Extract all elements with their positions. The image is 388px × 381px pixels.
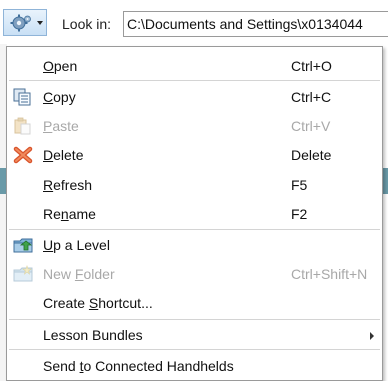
menu-item-label: Up a Level [43,237,110,253]
delete-icon [13,146,33,164]
menu-separator [9,229,380,230]
look-in-label: Look in: [62,16,112,32]
menu-item-shortcut: Ctrl+Shift+N [291,266,368,282]
menu-separator [9,349,380,350]
menu-item-label: Rename [43,206,96,222]
look-in-path-field[interactable]: C:\Documents and Settings\x0134044 [123,11,388,37]
menu-item-rename[interactable]: Rename F2 [8,200,381,229]
toolbar: Look in: C:\Documents and Settings\x0134… [0,0,388,44]
options-dropdown-button[interactable] [3,9,47,36]
menu-item-label: Send to Connected Handhelds [43,358,234,374]
menu-item-lesson-bundles[interactable]: Lesson Bundles [8,321,381,350]
menu-item-shortcut: Delete [291,147,332,163]
menu-item-label: Create Shortcut... [43,295,153,311]
menu-item-label: Paste [43,118,79,134]
menu-separator [9,80,380,81]
context-menu: Open Ctrl+O Copy Ctrl+C Paste Ctrl+V Del… [6,46,383,381]
new-folder-icon [13,265,33,282]
menu-item-label: Copy [43,89,76,105]
menu-item-label: Lesson Bundles [43,327,143,343]
menu-item-create-shortcut[interactable]: Create Shortcut... [8,289,381,318]
menu-item-paste: Paste Ctrl+V [8,112,381,141]
menu-item-label: Refresh [43,177,93,193]
up-level-icon [13,238,33,253]
menu-item-send-to-handhelds[interactable]: Send to Connected Handhelds [8,352,381,381]
chevron-down-icon [37,21,43,25]
menu-item-shortcut: F2 [291,206,308,222]
menu-item-up-a-level[interactable]: Up a Level [8,231,381,260]
menu-item-copy[interactable]: Copy Ctrl+C [8,83,381,112]
submenu-arrow-icon [370,332,374,340]
menu-item-label: Delete [43,147,84,163]
menu-item-label: New Folder [43,266,115,282]
menu-item-shortcut: Ctrl+C [291,89,332,105]
menu-item-refresh[interactable]: Refresh F5 [8,171,381,200]
menu-item-new-folder: New Folder Ctrl+Shift+N [8,260,381,289]
menu-item-shortcut: Ctrl+O [291,58,332,74]
background-selection-right [383,168,388,194]
menu-item-delete[interactable]: Delete Delete [8,141,381,170]
menu-item-shortcut: Ctrl+V [291,118,331,134]
menu-item-label: Open [43,58,78,74]
gear-icon [10,14,31,32]
menu-item-shortcut: F5 [291,177,308,193]
copy-icon [13,88,31,106]
menu-separator [9,319,380,320]
paste-icon [14,117,31,135]
menu-item-open[interactable]: Open Ctrl+O [8,52,381,81]
